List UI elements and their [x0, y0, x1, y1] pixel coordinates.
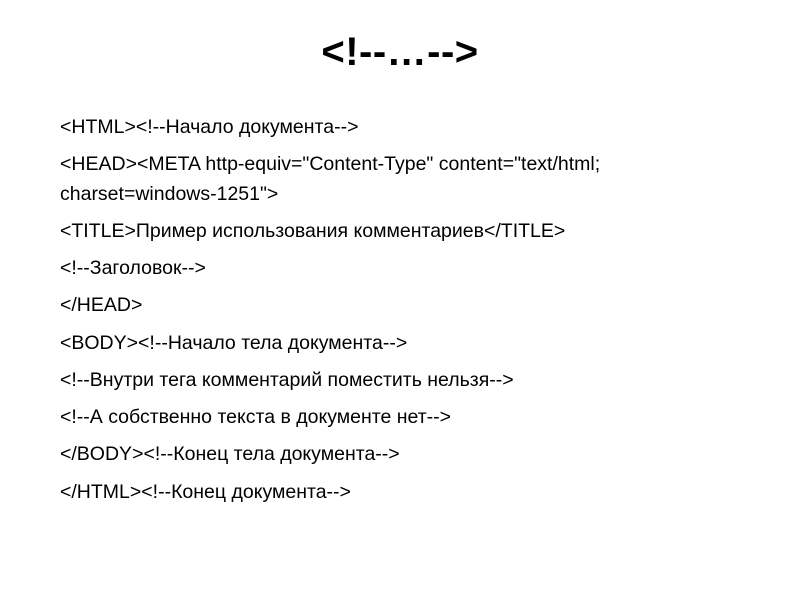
- slide-content: <HTML><!--Начало документа--> <HEAD><MET…: [60, 113, 740, 507]
- code-line-4: <!--Заголовок-->: [60, 254, 740, 283]
- slide-container: <!--…--> <HTML><!--Начало документа--> <…: [0, 0, 800, 600]
- code-line-3: <TITLE>Пример использования комментариев…: [60, 217, 740, 246]
- slide-title: <!--…-->: [60, 30, 740, 75]
- code-line-9: </BODY><!--Конец тела документа-->: [60, 440, 740, 469]
- code-line-1: <HTML><!--Начало документа-->: [60, 113, 740, 142]
- code-line-6: <BODY><!--Начало тела документа-->: [60, 329, 740, 358]
- code-line-10: </HTML><!--Конец документа-->: [60, 478, 740, 507]
- code-line-5: </HEAD>: [60, 291, 740, 320]
- code-line-7: <!--Внутри тега комментарий поместить не…: [60, 366, 740, 395]
- code-line-2: <HEAD><META http-equiv="Content-Type" co…: [60, 150, 740, 209]
- code-line-8: <!--А собственно текста в документе нет-…: [60, 403, 740, 432]
